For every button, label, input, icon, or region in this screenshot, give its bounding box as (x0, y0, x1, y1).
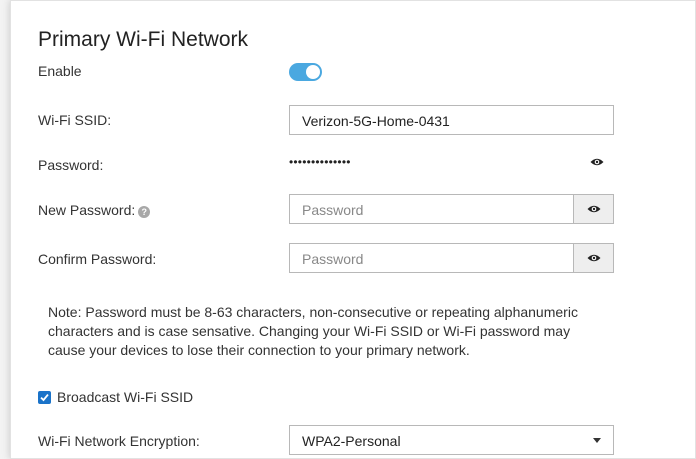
ssid-input[interactable]: Verizon-5G-Home-0431 (289, 105, 614, 135)
new-password-label: New Password:? (38, 202, 151, 218)
eye-icon (587, 254, 600, 262)
question-circle-icon[interactable]: ? (138, 206, 151, 218)
password-masked-value: •••••••••••••• (289, 155, 351, 169)
password-label: Password: (38, 157, 104, 173)
encryption-label: Wi-Fi Network Encryption: (38, 433, 200, 449)
toggle-knob (306, 65, 320, 79)
ssid-value: Verizon-5G-Home-0431 (302, 113, 450, 129)
eye-icon[interactable] (590, 157, 604, 167)
show-confirm-password-button[interactable] (573, 244, 613, 272)
checkmark-icon (40, 394, 49, 402)
encryption-selected: WPA2-Personal (302, 433, 401, 449)
broadcast-checkbox[interactable] (38, 391, 51, 404)
confirm-password-placeholder: Password (302, 251, 364, 267)
show-new-password-button[interactable] (573, 195, 613, 223)
new-password-placeholder: Password (302, 202, 364, 218)
caret-down-icon (593, 438, 601, 443)
broadcast-label: Broadcast Wi-Fi SSID (57, 389, 194, 405)
encryption-select[interactable]: WPA2-Personal (289, 425, 614, 455)
confirm-password-label: Confirm Password: (38, 251, 157, 267)
password-note: Note: Password must be 8-63 characters, … (48, 304, 578, 358)
new-password-input[interactable]: Password (289, 194, 614, 224)
enable-toggle[interactable] (289, 63, 322, 81)
new-password-label-text: New Password: (38, 202, 136, 218)
enable-label: Enable (38, 63, 82, 79)
ssid-label: Wi-Fi SSID: (38, 112, 112, 128)
eye-icon (587, 205, 600, 213)
confirm-password-input[interactable]: Password (289, 243, 614, 273)
section-title: Primary Wi-Fi Network (38, 28, 248, 51)
